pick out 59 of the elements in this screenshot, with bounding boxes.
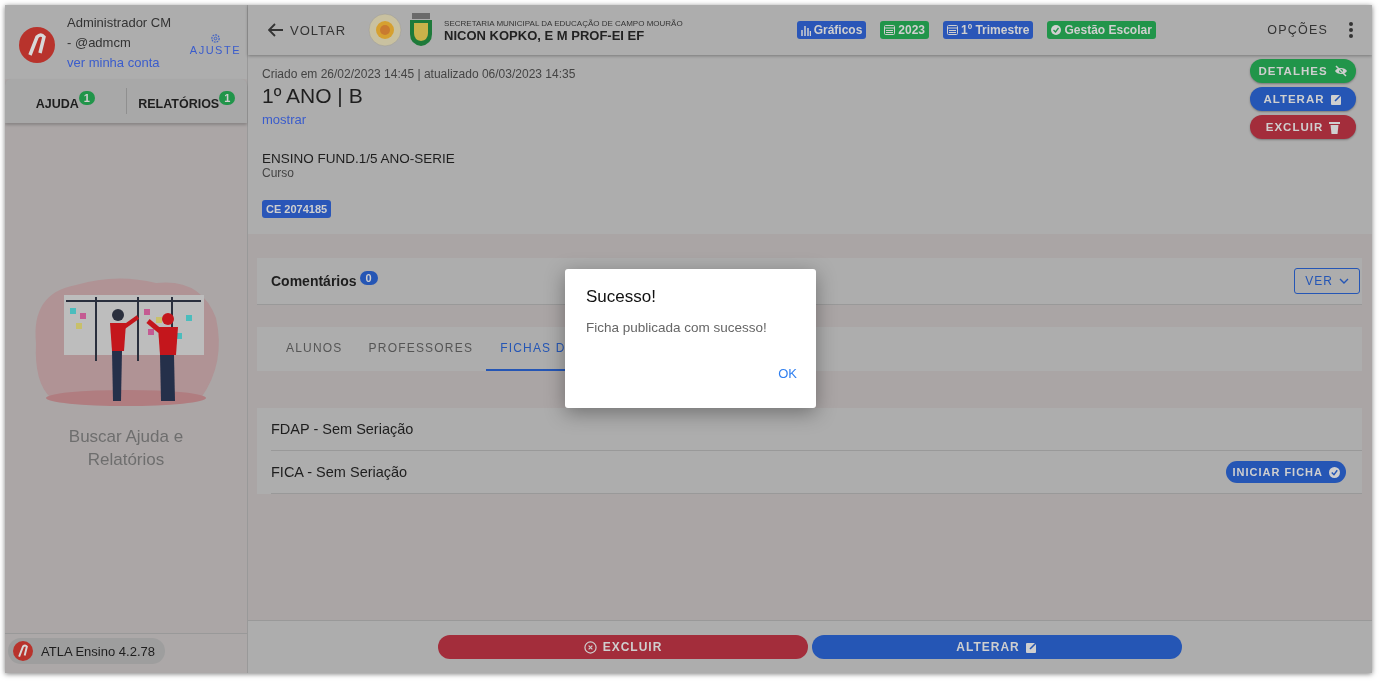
dialog-title: Sucesso! [586, 287, 656, 307]
tag-label: 2023 [898, 23, 926, 37]
tab[interactable]: ALUNOS [273, 327, 356, 371]
show-link[interactable]: mostrar [262, 112, 307, 127]
user-name: Administrador CM [67, 14, 173, 32]
help-caption: Buscar Ajuda e Relatórios [67, 426, 185, 471]
tag-label: 1º Trimestre [961, 23, 1030, 37]
gear-icon [209, 33, 221, 44]
action-button[interactable]: ALTERAR [1250, 87, 1356, 111]
view-button[interactable]: VER [1294, 268, 1360, 294]
edit-icon [1025, 641, 1038, 653]
ok-button[interactable]: OK [772, 365, 803, 382]
code-tag: CE 2074185 [262, 200, 332, 218]
course-name: ENSINO FUND.1/5 ANO-SERIE [262, 151, 455, 166]
tag-label: Gráficos [813, 23, 863, 37]
comments-count: 0 [359, 271, 378, 285]
action-button[interactable]: DETALHES [1250, 59, 1356, 83]
form-name: FDAP - Sem Seriação [271, 421, 414, 437]
options-button[interactable]: OPÇÕES [1261, 22, 1334, 38]
form-name: FICA - Sem Seriação [271, 464, 408, 480]
bar-chart-icon [800, 24, 811, 36]
timestamps: Criado em 26/02/2023 14:45 | atualizado 06/03/2023 14:35 [262, 67, 576, 81]
calendar-icon [947, 25, 959, 35]
chevron-down-icon [1339, 278, 1349, 284]
check-circle-icon [1329, 466, 1340, 478]
filter-tag[interactable]: 1º Trimestre [943, 21, 1034, 39]
coat-of-arms-icon [408, 13, 435, 47]
back-button[interactable]: VOLTAR [262, 21, 353, 39]
organization-name: SECRETARIA MUNICIPAL DA EDUCAÇÃO DE CAMPO MOURÃO [444, 18, 683, 30]
tab[interactable]: PROFESSORES [355, 327, 487, 371]
check-circle-icon [1051, 25, 1062, 35]
arrow-left-icon [268, 23, 284, 37]
filter-tag[interactable]: Gestão Escolar [1047, 21, 1156, 39]
logo-icon [19, 27, 55, 63]
trash-icon [1329, 120, 1341, 134]
comments-title: Comentários [271, 273, 357, 289]
version-label: ATLA Ensino 4.2.78 [41, 643, 155, 659]
logo-icon [13, 641, 33, 661]
footer-button[interactable]: ALTERAR [812, 635, 1182, 659]
sun-emblem-icon [368, 13, 403, 47]
class-title: 1º ANO | B [262, 84, 363, 108]
calendar-icon [884, 25, 896, 35]
more-vertical-icon[interactable] [1348, 22, 1354, 38]
school-name: NICON KOPKO, E M PROF-EI EF [444, 30, 646, 42]
settings-button[interactable]: AJUSTE [189, 13, 241, 56]
tag-label: Gestão Escolar [1064, 23, 1152, 37]
course-label: Curso [262, 166, 294, 180]
sidebar-tab[interactable]: RELATÓRIOS 1 [126, 90, 247, 112]
action-button[interactable]: EXCLUIR [1250, 115, 1356, 139]
footer-button[interactable]: EXCLUIR [438, 635, 808, 659]
eye-off-icon [1333, 65, 1348, 77]
filter-tag[interactable]: Gráficos [796, 21, 867, 39]
account-link[interactable]: ver minha conta [67, 53, 178, 73]
sidebar-tab[interactable]: AJUDA 1 [5, 90, 126, 112]
user-handle: - @admcm [67, 34, 132, 52]
edit-icon [1330, 93, 1343, 105]
start-form-button[interactable]: INICIAR FICHA [1226, 461, 1346, 483]
filter-tag[interactable]: 2023 [880, 21, 930, 39]
close-circle-icon [583, 640, 597, 654]
